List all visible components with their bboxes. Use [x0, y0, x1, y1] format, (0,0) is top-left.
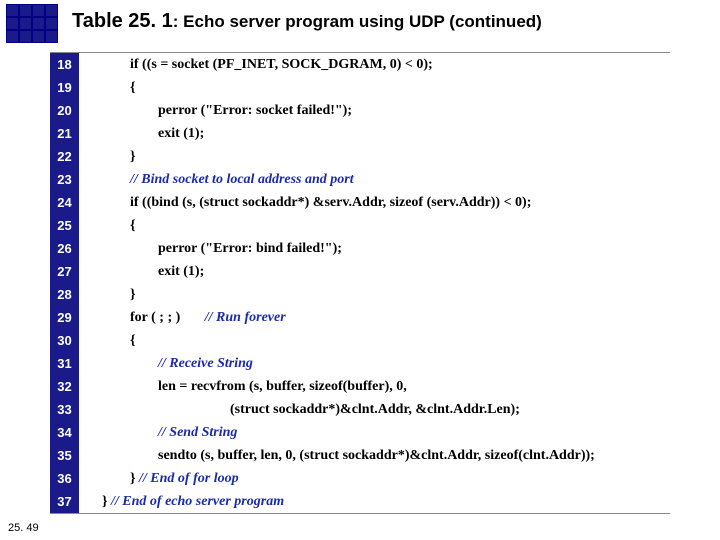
code-row: 36} // End of for loop	[50, 467, 670, 490]
page-footer: 25. 49	[8, 522, 39, 534]
code-text: if ((s = socket (PF_INET, SOCK_DGRAM, 0)…	[80, 53, 670, 76]
code-row: 30{	[50, 329, 670, 352]
code-row: 27exit (1);	[50, 260, 670, 283]
line-number: 26	[50, 237, 80, 260]
code-row: 24if ((bind (s, (struct sockaddr*) &serv…	[50, 191, 670, 214]
inline-comment: // End of echo server program	[111, 494, 284, 509]
code-row: 20perror ("Error: socket failed!");	[50, 99, 670, 122]
line-number: 33	[50, 398, 80, 421]
code-row: 29for ( ; ; ) // Run forever	[50, 306, 670, 329]
line-number: 27	[50, 260, 80, 283]
line-number: 29	[50, 306, 80, 329]
code-text: // Send String	[80, 421, 670, 444]
line-number: 19	[50, 76, 80, 99]
line-number: 35	[50, 444, 80, 467]
inline-comment: // Run forever	[205, 310, 286, 325]
grid-logo-icon	[6, 4, 58, 43]
code-text: if ((bind (s, (struct sockaddr*) &serv.A…	[80, 191, 670, 214]
code-text: sendto (s, buffer, len, 0, (struct socka…	[80, 444, 670, 467]
code-text: (struct sockaddr*)&clnt.Addr, &clnt.Addr…	[80, 398, 670, 421]
line-number: 36	[50, 467, 80, 490]
line-number: 18	[50, 53, 80, 76]
code-text: exit (1);	[80, 260, 670, 283]
line-number: 30	[50, 329, 80, 352]
line-number: 23	[50, 168, 80, 191]
code-row: 28}	[50, 283, 670, 306]
line-number: 20	[50, 99, 80, 122]
inline-comment: // End of for loop	[139, 471, 239, 486]
code-text: // Receive String	[80, 352, 670, 375]
title-prefix: Table 25. 1	[72, 10, 173, 32]
line-number: 28	[50, 283, 80, 306]
line-number: 24	[50, 191, 80, 214]
code-text: for ( ; ; ) // Run forever	[80, 306, 670, 329]
code-row: 21exit (1);	[50, 122, 670, 145]
code-row: 26perror ("Error: bind failed!");	[50, 237, 670, 260]
code-text: len = recvfrom (s, buffer, sizeof(buffer…	[80, 375, 670, 398]
title-suffix: : Echo server program using UDP (continu…	[173, 12, 542, 31]
code-row: 37} // End of echo server program	[50, 490, 670, 513]
line-number: 34	[50, 421, 80, 444]
code-text: {	[80, 76, 670, 99]
code-listing: 18if ((s = socket (PF_INET, SOCK_DGRAM, …	[50, 52, 670, 514]
code-row: 18if ((s = socket (PF_INET, SOCK_DGRAM, …	[50, 53, 670, 76]
line-number: 32	[50, 375, 80, 398]
code-row: 33(struct sockaddr*)&clnt.Addr, &clnt.Ad…	[50, 398, 670, 421]
code-row: 31// Receive String	[50, 352, 670, 375]
line-number: 25	[50, 214, 80, 237]
line-number: 31	[50, 352, 80, 375]
code-text: perror ("Error: bind failed!");	[80, 237, 670, 260]
code-row: 22}	[50, 145, 670, 168]
code-row: 32len = recvfrom (s, buffer, sizeof(buff…	[50, 375, 670, 398]
code-text: } // End of echo server program	[80, 490, 670, 513]
code-row: 23// Bind socket to local address and po…	[50, 168, 670, 191]
code-text: exit (1);	[80, 122, 670, 145]
line-number: 37	[50, 490, 80, 513]
line-number: 22	[50, 145, 80, 168]
code-text: }	[80, 283, 670, 306]
code-text: {	[80, 329, 670, 352]
code-text: perror ("Error: socket failed!");	[80, 99, 670, 122]
code-text: {	[80, 214, 670, 237]
code-row: 19{	[50, 76, 670, 99]
code-text: } // End of for loop	[80, 467, 670, 490]
page-title: Table 25. 1: Echo server program using U…	[72, 10, 542, 33]
code-row: 35sendto (s, buffer, len, 0, (struct soc…	[50, 444, 670, 467]
code-text: }	[80, 145, 670, 168]
code-text: // Bind socket to local address and port	[80, 168, 670, 191]
line-number: 21	[50, 122, 80, 145]
code-row: 25{	[50, 214, 670, 237]
code-row: 34// Send String	[50, 421, 670, 444]
